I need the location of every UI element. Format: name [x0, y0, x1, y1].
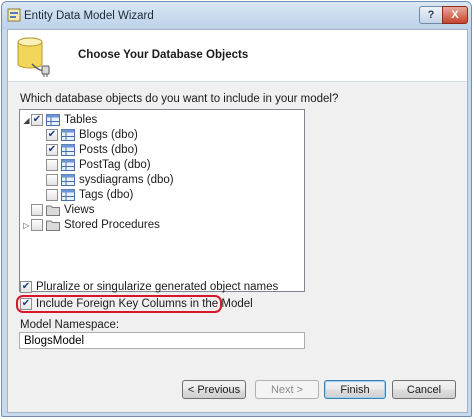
close-button[interactable]: X — [442, 6, 468, 24]
tree-label-posts: Posts (dbo) — [79, 144, 138, 156]
wizard-body: Choose Your Database Objects Which datab… — [7, 29, 468, 413]
tree-item-sysdiagrams[interactable]: sysdiagrams (dbo) — [46, 173, 174, 187]
next-button[interactable]: Next > — [255, 380, 319, 399]
folder-icon — [46, 205, 60, 216]
question-label: Which database objects do you want to in… — [20, 93, 339, 105]
tree-item-tags[interactable]: Tags (dbo) — [46, 188, 133, 202]
page-title: Choose Your Database Objects — [78, 49, 249, 61]
tree-label-posttag: PostTag (dbo) — [79, 159, 151, 171]
tree-node-stored-procedures[interactable]: ▷ Stored Procedures — [22, 218, 160, 232]
help-icon: ? — [427, 9, 435, 21]
close-icon: X — [451, 9, 459, 21]
folder-icon — [46, 220, 60, 231]
stored-procedures-checkbox[interactable] — [31, 219, 43, 231]
help-button[interactable]: ? — [419, 6, 443, 24]
posts-checkbox[interactable]: ✔ — [46, 144, 58, 156]
namespace-input[interactable] — [19, 332, 305, 349]
collapsed-arrow-icon[interactable]: ▷ — [22, 221, 31, 230]
cancel-button[interactable]: Cancel — [392, 380, 456, 399]
finish-button[interactable]: Finish — [324, 380, 386, 399]
foreign-keys-option[interactable]: ✔ Include Foreign Key Columns in the Mod… — [20, 298, 253, 310]
tree-item-posts[interactable]: ✔ Posts (dbo) — [46, 143, 138, 157]
pluralize-checkbox[interactable]: ✔ — [20, 281, 32, 293]
table-icon — [61, 129, 75, 141]
tree-label-sysdiagrams: sysdiagrams (dbo) — [79, 174, 174, 186]
sysdiagrams-checkbox[interactable] — [46, 174, 58, 186]
wizard-header: Choose Your Database Objects — [8, 30, 467, 82]
tree-label-views: Views — [64, 204, 95, 216]
database-objects-tree[interactable]: ◢ ✔ Tables ✔ Blogs (dbo) ✔ Posts (dbo) P… — [19, 109, 305, 292]
foreign-keys-checkbox[interactable]: ✔ — [20, 298, 32, 310]
tree-label-stored-procedures: Stored Procedures — [64, 219, 160, 231]
blogs-checkbox[interactable]: ✔ — [46, 129, 58, 141]
foreign-keys-label: Include Foreign Key Columns in the Model — [36, 298, 253, 310]
previous-button[interactable]: < Previous — [182, 380, 246, 399]
tree-label-blogs: Blogs (dbo) — [79, 129, 138, 141]
table-icon — [46, 114, 60, 126]
table-icon — [61, 159, 75, 171]
pluralize-option[interactable]: ✔ Pluralize or singularize generated obj… — [20, 281, 278, 293]
table-icon — [61, 189, 75, 201]
title-bar[interactable]: Entity Data Model Wizard ? X — [2, 2, 471, 29]
tables-checkbox[interactable]: ✔ — [31, 114, 43, 126]
tree-label-tags: Tags (dbo) — [79, 189, 134, 201]
tree-node-tables[interactable]: ◢ ✔ Tables — [22, 113, 97, 127]
table-icon — [61, 144, 75, 156]
namespace-label: Model Namespace: — [20, 319, 120, 331]
tree-item-blogs[interactable]: ✔ Blogs (dbo) — [46, 128, 138, 142]
views-checkbox[interactable] — [31, 204, 43, 216]
pluralize-label: Pluralize or singularize generated objec… — [36, 281, 279, 293]
tree-node-views[interactable]: Views — [22, 203, 94, 217]
tree-label-tables: Tables — [64, 114, 98, 126]
expanded-arrow-icon[interactable]: ◢ — [22, 116, 31, 125]
wizard-window: Entity Data Model Wizard ? X Choose Your… — [1, 1, 472, 417]
database-icon — [17, 37, 50, 77]
tags-checkbox[interactable] — [46, 189, 58, 201]
wizard-app-icon — [7, 8, 21, 22]
window-title: Entity Data Model Wizard — [24, 10, 154, 22]
table-icon — [61, 174, 75, 186]
posttag-checkbox[interactable] — [46, 159, 58, 171]
tree-item-posttag[interactable]: PostTag (dbo) — [46, 158, 151, 172]
